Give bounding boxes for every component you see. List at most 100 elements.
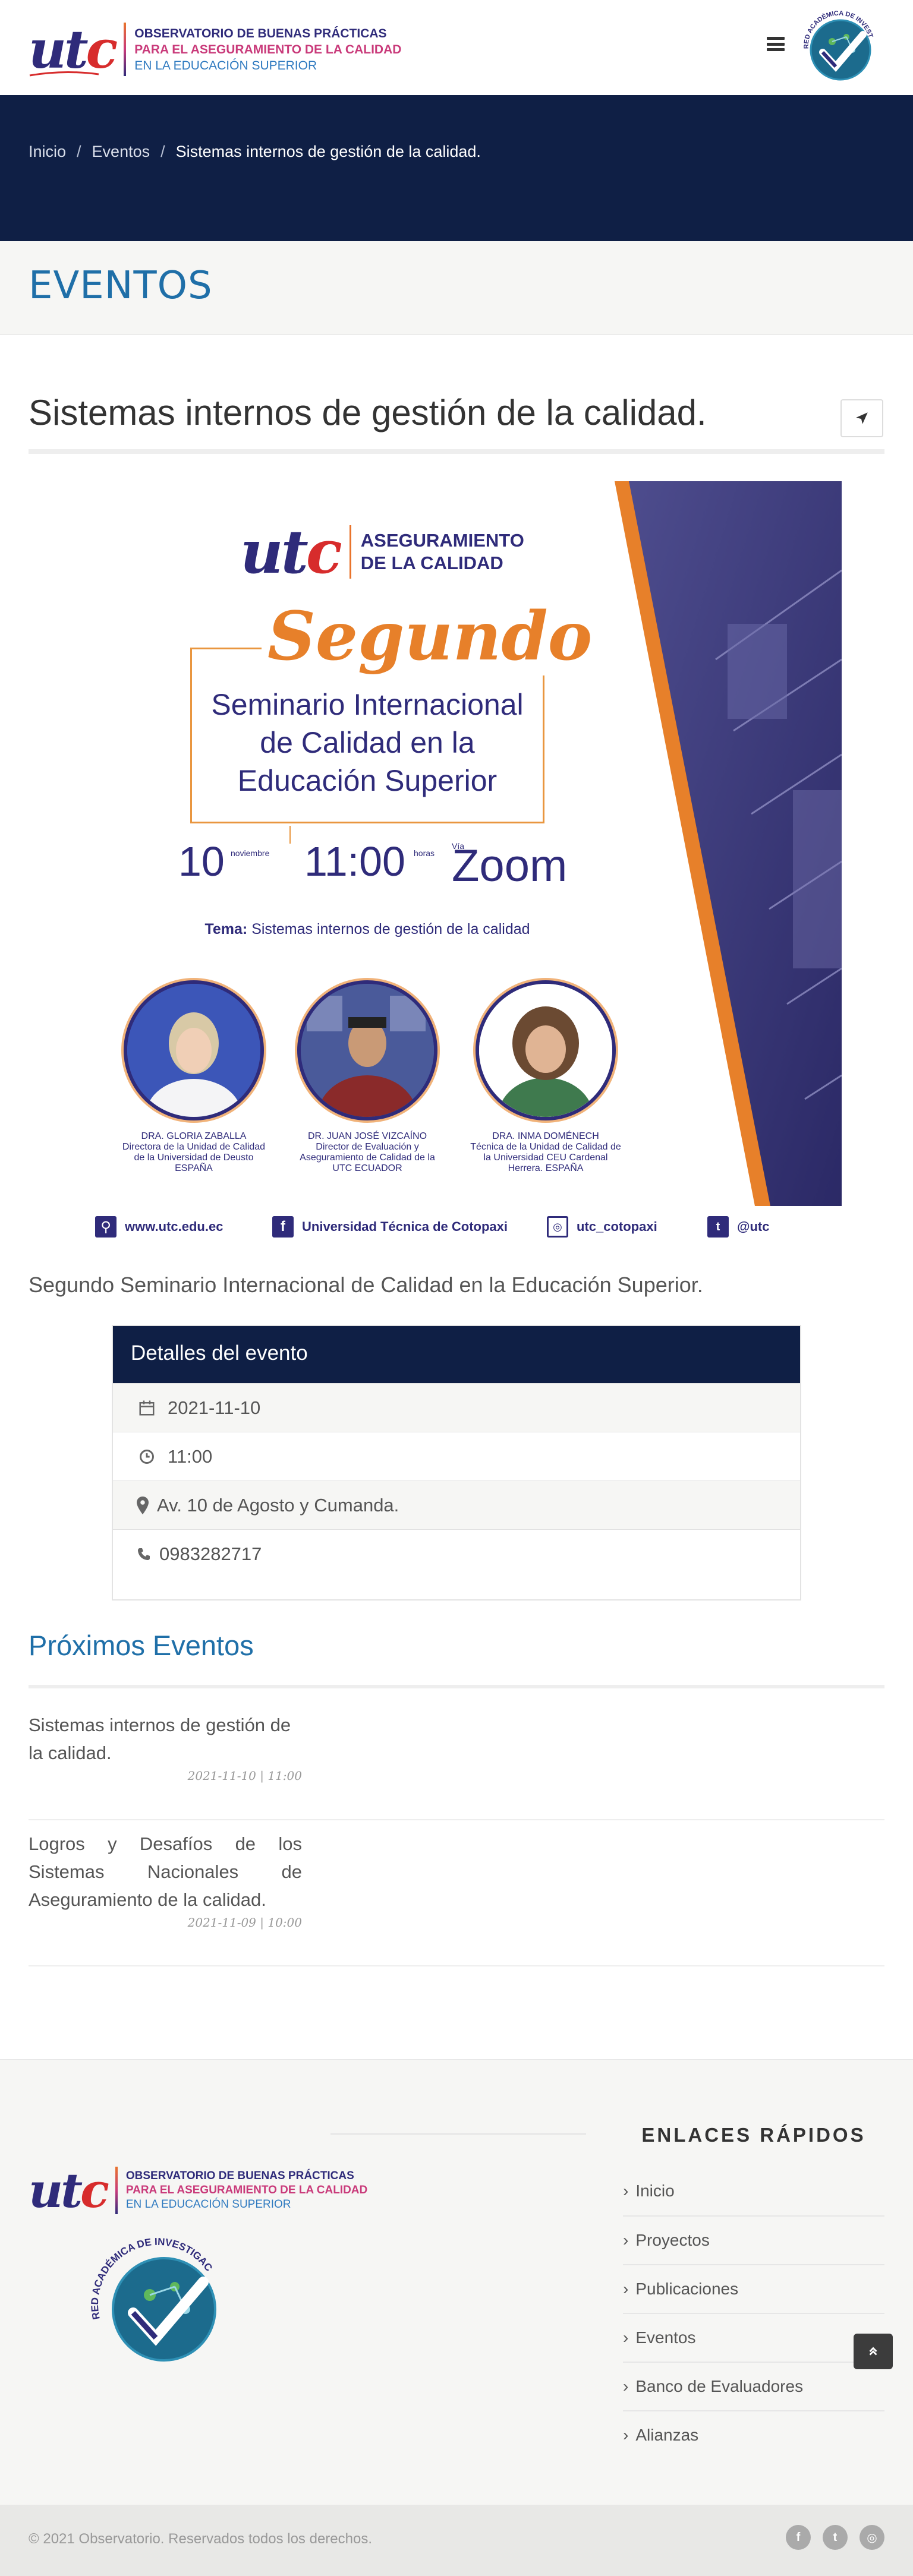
- chevron-right-icon: ›: [623, 2182, 629, 2200]
- brand-line-2: PARA EL ASEGURAMIENTO DE LA CALIDAD: [134, 42, 402, 56]
- upcoming-event-title[interactable]: Sistemas internos de gestión de la calid…: [29, 1711, 302, 1767]
- speaker-name: DRA. GLORIA ZABALLA: [141, 1131, 247, 1141]
- event-address-row: Av. 10 de Agosto y Cumanda.: [113, 1480, 800, 1529]
- section-title-band: EVENTOS: [0, 241, 913, 335]
- facebook-icon[interactable]: f: [786, 2525, 811, 2550]
- footer-link-alianzas[interactable]: › Alianzas: [623, 2410, 884, 2459]
- location-arrow-icon: [856, 412, 868, 424]
- list-divider: [29, 1965, 884, 1966]
- site-footer: utc OBSERVATORIO DE BUENAS PRÁCTICAS PAR…: [0, 2059, 913, 2505]
- directions-button[interactable]: [840, 399, 883, 437]
- poster-social-instagram: ◎ utc_cotopaxi: [547, 1214, 657, 1239]
- footer-brand-line-3: EN LA EDUCACIÓN SUPERIOR: [125, 2198, 291, 2211]
- footer-brand-line-1: OBSERVATORIO DE BUENAS PRÁCTICAS: [125, 2170, 354, 2182]
- speaker-card: DRA. INMA DOMÉNECH Técnica de la Unidad …: [468, 980, 623, 1174]
- article-title: Sistemas internos de gestión de la calid…: [29, 393, 707, 433]
- utc-logo: utc: [29, 18, 118, 80]
- event-phone-row: 0983282717: [113, 1529, 800, 1578]
- footer-utc-logo: utc: [29, 2163, 109, 2218]
- chevron-right-icon: ›: [623, 2280, 629, 2298]
- poster-header-line-2: DE LA CALIDAD: [360, 553, 503, 573]
- poster-tema-label: Tema:: [204, 921, 248, 937]
- copyright-bar: © 2021 Observatorio. Reservados todos lo…: [0, 2505, 913, 2576]
- facebook-icon: f: [272, 1216, 294, 1238]
- section-title: EVENTOS: [29, 264, 213, 308]
- twitter-icon: t: [707, 1216, 729, 1238]
- speaker-photo: [124, 980, 264, 1120]
- chevron-right-icon: ›: [623, 2231, 629, 2249]
- site-logo[interactable]: utc OBSERVATORIO DE BUENAS PRÁCTICAS PAR…: [29, 17, 401, 82]
- upcoming-divider: [29, 1685, 884, 1688]
- poster-social-facebook: f Universidad Técnica de Cotopaxi: [272, 1214, 508, 1239]
- poster-utc-logo: utc: [240, 517, 342, 587]
- upcoming-event-meta: 2021-11-09 | 10:00: [187, 1915, 302, 1930]
- instagram-icon[interactable]: ◎: [860, 2525, 884, 2550]
- breadcrumb: Inicio / Eventos / Sistemas internos de …: [29, 143, 481, 161]
- poster-title-line-1: Seminario Internacional: [211, 688, 524, 721]
- brand-line-1: OBSERVATORIO DE BUENAS PRÁCTICAS: [134, 26, 387, 40]
- brand-divider: [124, 23, 127, 76]
- quick-links-title: ENLACES RÁPIDOS: [641, 2124, 866, 2146]
- brand-line-3: EN LA EDUCACIÓN SUPERIOR: [134, 58, 317, 72]
- poster-day: 10: [178, 838, 225, 885]
- breadcrumb-current: Sistemas internos de gestión de la calid…: [175, 143, 481, 160]
- poster-time-unit: horas: [414, 848, 435, 858]
- speaker-role: Directora de la Unidad de Calidad de la …: [122, 1142, 266, 1173]
- footer-link-publicaciones[interactable]: › Publicaciones: [623, 2264, 884, 2313]
- footer-divider: [330, 2133, 586, 2135]
- map-marker-icon: [137, 1495, 149, 1516]
- brand-text: OBSERVATORIO DE BUENAS PRÁCTICAS PARA EL…: [134, 26, 401, 74]
- instagram-icon: ◎: [547, 1216, 568, 1238]
- scroll-to-top-button[interactable]: [854, 2334, 893, 2369]
- poster-time: 11:00: [304, 838, 405, 885]
- footer-link-banco-evaluadores[interactable]: › Banco de Evaluadores: [623, 2362, 884, 2410]
- footer-brand-line-2: PARA EL ASEGURAMIENTO DE LA CALIDAD: [125, 2184, 368, 2196]
- poster-social-strip: ⚲ www.utc.edu.ec f Universidad Técnica de …: [95, 1214, 785, 1239]
- article-lead: Segundo Seminario Internacional de Calid…: [29, 1273, 703, 1297]
- upcoming-event-item[interactable]: Sistemas internos de gestión de la calid…: [29, 1711, 302, 1785]
- menu-icon[interactable]: [767, 37, 785, 51]
- event-poster: utc ASEGURAMIENTO DE LA CALIDAD Segundo …: [107, 481, 842, 1206]
- upcoming-event-meta: 2021-11-10 | 11:00: [187, 1769, 302, 1783]
- poster-header-line-1: ASEGURAMIENTO: [360, 530, 524, 551]
- poster-date-row: 10 noviembre 11:00 horas Vía Zoom: [178, 832, 571, 891]
- upcoming-event-title[interactable]: Logros y Desafíos de los Sistemas Nacion…: [29, 1830, 302, 1914]
- poster-social-twitter: t @utc: [707, 1214, 769, 1239]
- footer-link-eventos[interactable]: › Eventos: [623, 2313, 884, 2362]
- speaker-card: DR. JUAN JOSÉ VIZCAÍNO Director de Evalu…: [290, 980, 445, 1174]
- poster-social-web: ⚲ www.utc.edu.ec: [95, 1214, 223, 1239]
- footer-logo[interactable]: utc OBSERVATORIO DE BUENAS PRÁCTICAS PAR…: [29, 2167, 367, 2214]
- speaker-name: DR. JUAN JOSÉ VIZCAÍNO: [307, 1131, 427, 1141]
- event-date-row: 2021-11-10: [113, 1383, 800, 1432]
- speaker-role: Director de Evaluación y Aseguramiento d…: [300, 1142, 435, 1173]
- list-divider: [29, 1819, 884, 1820]
- footer-red-academica-badge: RED ACADÉMICA DE INVESTIGACIÓN EN CALIDA…: [88, 2230, 216, 2362]
- breadcrumb-band: Inicio / Eventos / Sistemas internos de …: [0, 95, 913, 241]
- red-academica-badge: RED ACADÉMICA DE INVESTIGACIÓN EN CALIDA…: [796, 2, 874, 81]
- poster-script-title: Segundo: [262, 598, 599, 675]
- quick-links: › Inicio › Proyectos › Publicaciones › Event…: [623, 2167, 884, 2459]
- poster-platform: Zoom: [452, 841, 568, 891]
- calendar-icon: [137, 1398, 157, 1418]
- event-address: Av. 10 de Agosto y Cumanda.: [157, 1494, 399, 1516]
- search-icon: ⚲: [95, 1216, 117, 1238]
- breadcrumb-eventos[interactable]: Eventos: [92, 143, 150, 161]
- event-date: 2021-11-10: [168, 1397, 261, 1418]
- poster-title-line-3: Educación Superior: [237, 764, 498, 797]
- poster-tema-value: Sistemas internos de gestión de la calid…: [247, 921, 530, 937]
- event-phone: 0983282717: [159, 1543, 262, 1564]
- breadcrumb-home[interactable]: Inicio: [29, 143, 66, 161]
- chevron-right-icon: ›: [623, 2328, 629, 2347]
- speaker-name: DRA. INMA DOMÉNECH: [492, 1131, 599, 1141]
- speaker-card: DRA. GLORIA ZABALLA Directora de la Unid…: [117, 980, 271, 1174]
- double-chevron-up-icon: [869, 2347, 877, 2356]
- chevron-right-icon: ›: [623, 2377, 629, 2395]
- footer-link-inicio[interactable]: › Inicio: [623, 2167, 884, 2215]
- clock-icon: [137, 1447, 157, 1467]
- footer-link-proyectos[interactable]: › Proyectos: [623, 2215, 884, 2264]
- event-details-heading: Detalles del evento: [113, 1326, 800, 1383]
- breadcrumb-separator: /: [77, 143, 81, 160]
- title-divider: [29, 449, 884, 454]
- twitter-icon[interactable]: t: [823, 2525, 848, 2550]
- upcoming-event-item[interactable]: Logros y Desafíos de los Sistemas Nacion…: [29, 1830, 302, 1931]
